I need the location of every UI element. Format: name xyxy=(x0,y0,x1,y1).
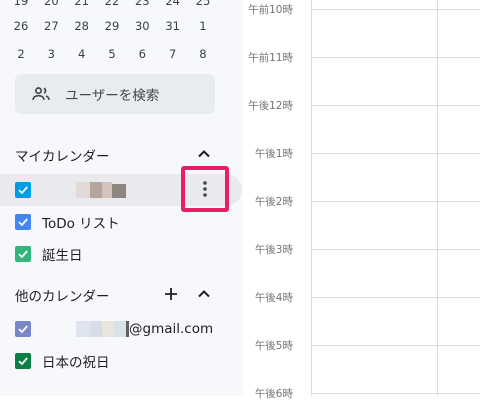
mini-calendar-day[interactable]: 26 xyxy=(10,15,32,37)
calendar-item-todo[interactable]: ToDo リスト xyxy=(15,211,120,233)
other-calendars-heading[interactable]: 他のカレンダー xyxy=(15,285,110,305)
hour-line xyxy=(311,9,480,10)
checkbox-checked-icon[interactable] xyxy=(15,321,31,337)
mini-calendar-day[interactable]: 22 xyxy=(101,0,123,12)
plus-icon[interactable] xyxy=(163,286,179,302)
hour-line xyxy=(311,345,480,346)
checkbox-checked-icon[interactable] xyxy=(15,246,31,262)
sidebar: 19 20 21 22 23 24 25 26 27 28 29 30 31 1… xyxy=(0,0,243,396)
search-people-label: ユーザーを検索 xyxy=(65,88,160,104)
day-grid: 午前10時 午前11時 午後12時 午後1時 午後2時 午後3時 午後4時 午後… xyxy=(243,0,480,400)
blur-block xyxy=(90,182,102,198)
mini-calendar-day[interactable]: 19 xyxy=(10,0,32,12)
blur-block xyxy=(112,184,126,198)
calendar-label: @gmail.com xyxy=(129,321,214,337)
time-label: 午後12時 xyxy=(248,100,293,112)
mini-calendar-day[interactable]: 28 xyxy=(71,15,93,37)
time-label: 午後6時 xyxy=(254,388,293,400)
calendar-label-redacted: @gmail.com xyxy=(42,321,213,337)
chevron-up-icon[interactable] xyxy=(196,286,212,302)
mini-calendar-day[interactable]: 31 xyxy=(162,15,184,37)
checkbox-checked-icon[interactable] xyxy=(15,353,31,369)
hour-line xyxy=(311,57,480,58)
time-label: 午後2時 xyxy=(254,196,293,208)
checkbox-checked-icon[interactable] xyxy=(15,182,31,198)
mini-calendar-day[interactable]: 2 xyxy=(10,43,32,65)
mini-calendar-day[interactable]: 7 xyxy=(162,43,184,65)
mini-calendar-day[interactable]: 29 xyxy=(101,15,123,37)
calendar-item-gmail[interactable]: @gmail.com xyxy=(15,318,213,340)
mini-calendar-week: 19 20 21 22 23 24 25 xyxy=(0,0,222,12)
blur-block xyxy=(114,321,126,337)
calendar-label-redacted xyxy=(42,182,126,198)
hour-line xyxy=(311,393,480,394)
blur-block xyxy=(76,182,90,198)
calendar-item-primary[interactable] xyxy=(15,179,126,201)
mini-calendar-day[interactable]: 24 xyxy=(162,0,184,12)
mini-calendar-day[interactable]: 30 xyxy=(131,15,153,37)
calendar-item-birthdays[interactable]: 誕生日 xyxy=(15,243,83,265)
mini-calendar-day[interactable]: 1 xyxy=(192,15,214,37)
search-people-button[interactable]: ユーザーを検索 xyxy=(15,74,215,114)
mini-calendar-day[interactable]: 4 xyxy=(71,43,93,65)
hour-line xyxy=(311,105,480,106)
time-label: 午後1時 xyxy=(254,148,293,160)
mini-calendar-week: 26 27 28 29 30 31 1 xyxy=(0,15,222,37)
mini-calendar-day[interactable]: 5 xyxy=(101,43,123,65)
mini-calendar-day[interactable]: 8 xyxy=(192,43,214,65)
more-vert-icon[interactable] xyxy=(202,180,208,198)
my-calendars-heading[interactable]: マイカレンダー xyxy=(15,145,110,165)
mini-calendar-day[interactable]: 23 xyxy=(131,0,153,12)
time-label: 午後4時 xyxy=(254,292,293,304)
mini-calendar-day[interactable]: 25 xyxy=(192,0,214,12)
grid-divider xyxy=(311,0,312,396)
mini-calendar-day[interactable]: 3 xyxy=(40,43,62,65)
blur-block xyxy=(76,321,90,337)
blur-block xyxy=(102,321,114,337)
mini-calendar-day[interactable]: 20 xyxy=(40,0,62,12)
mini-calendar-week: 2 3 4 5 6 7 8 xyxy=(0,43,222,65)
hour-line xyxy=(311,201,480,202)
mini-calendar-day[interactable]: 6 xyxy=(131,43,153,65)
blur-block xyxy=(90,321,102,337)
chevron-up-icon[interactable] xyxy=(196,146,212,162)
time-label: 午前11時 xyxy=(248,52,293,64)
time-label: 午後5時 xyxy=(254,340,293,352)
hour-line xyxy=(311,249,480,250)
calendar-item-jp-holidays[interactable]: 日本の祝日 xyxy=(15,350,110,372)
time-label: 午前10時 xyxy=(248,4,293,16)
mini-calendar-day[interactable]: 27 xyxy=(40,15,62,37)
grid-divider xyxy=(437,0,438,396)
checkbox-checked-icon[interactable] xyxy=(15,214,31,230)
hour-line xyxy=(311,153,480,154)
time-label: 午後3時 xyxy=(254,244,293,256)
calendar-label: 誕生日 xyxy=(42,248,83,264)
calendar-label: 日本の祝日 xyxy=(42,355,110,371)
blur-block xyxy=(102,182,112,198)
highlight-box xyxy=(181,166,229,212)
mini-calendar-day[interactable]: 21 xyxy=(71,0,93,12)
calendar-label: ToDo リスト xyxy=(42,216,120,232)
hour-line xyxy=(311,297,480,298)
people-icon xyxy=(32,87,50,100)
